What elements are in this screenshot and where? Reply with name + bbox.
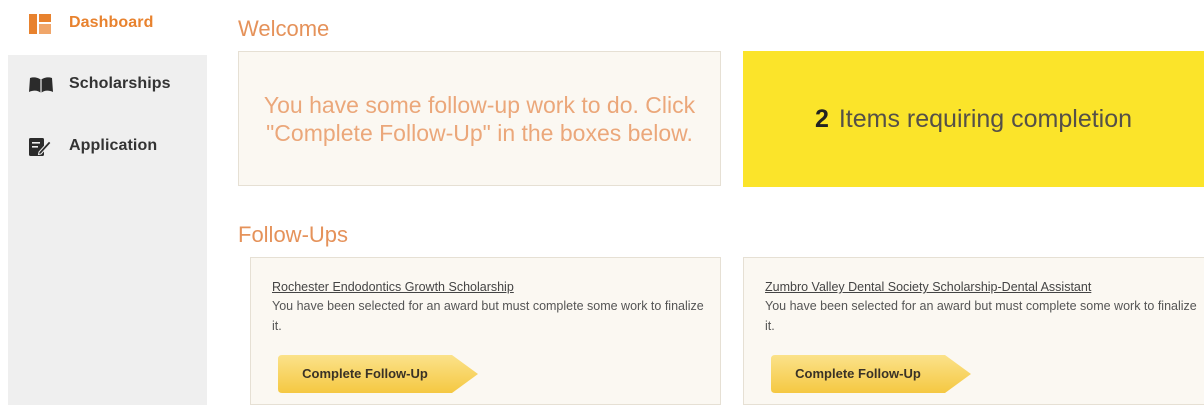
sidebar-item-label: Scholarships [69, 75, 171, 92]
scholarship-title-link[interactable]: Zumbro Valley Dental Society Scholarship… [765, 280, 1091, 294]
sidebar-item-dashboard[interactable]: Dashboard [8, 4, 207, 44]
sidebar-item-application[interactable]: Application [8, 127, 207, 167]
welcome-message: You have some follow-up work to do. Clic… [263, 91, 696, 146]
book-icon [29, 75, 53, 95]
sidebar-item-label: Application [69, 137, 158, 154]
completion-text: Items requiring completion [838, 104, 1133, 133]
scholarship-title-link[interactable]: Rochester Endodontics Growth Scholarship [272, 280, 514, 294]
completion-count: 2 [814, 104, 829, 133]
sidebar-item-label: Dashboard [69, 14, 154, 31]
sidebar-item-scholarships[interactable]: Scholarships [8, 65, 207, 105]
followup-description: You have been selected for an award but … [272, 299, 704, 333]
followups-heading: Follow-Ups [238, 222, 349, 247]
button-label: Complete Follow-Up [302, 366, 428, 381]
followup-card: Zumbro Valley Dental Society Scholarship… [743, 257, 1204, 405]
complete-follow-up-button[interactable]: Complete Follow-Up [771, 355, 971, 393]
button-label: Complete Follow-Up [795, 366, 921, 381]
followup-card: Rochester Endodontics Growth Scholarship… [250, 257, 721, 405]
welcome-heading: Welcome [238, 16, 330, 41]
sidebar: Dashboard Scholarships Application [8, 0, 207, 405]
followup-description: You have been selected for an award but … [765, 299, 1197, 333]
dashboard-icon [29, 14, 51, 34]
welcome-message-box: You have some follow-up work to do. Clic… [238, 51, 721, 186]
edit-document-icon [29, 137, 52, 157]
complete-follow-up-button[interactable]: Complete Follow-Up [278, 355, 478, 393]
completion-summary-box: 2 Items requiring completion [743, 51, 1204, 187]
